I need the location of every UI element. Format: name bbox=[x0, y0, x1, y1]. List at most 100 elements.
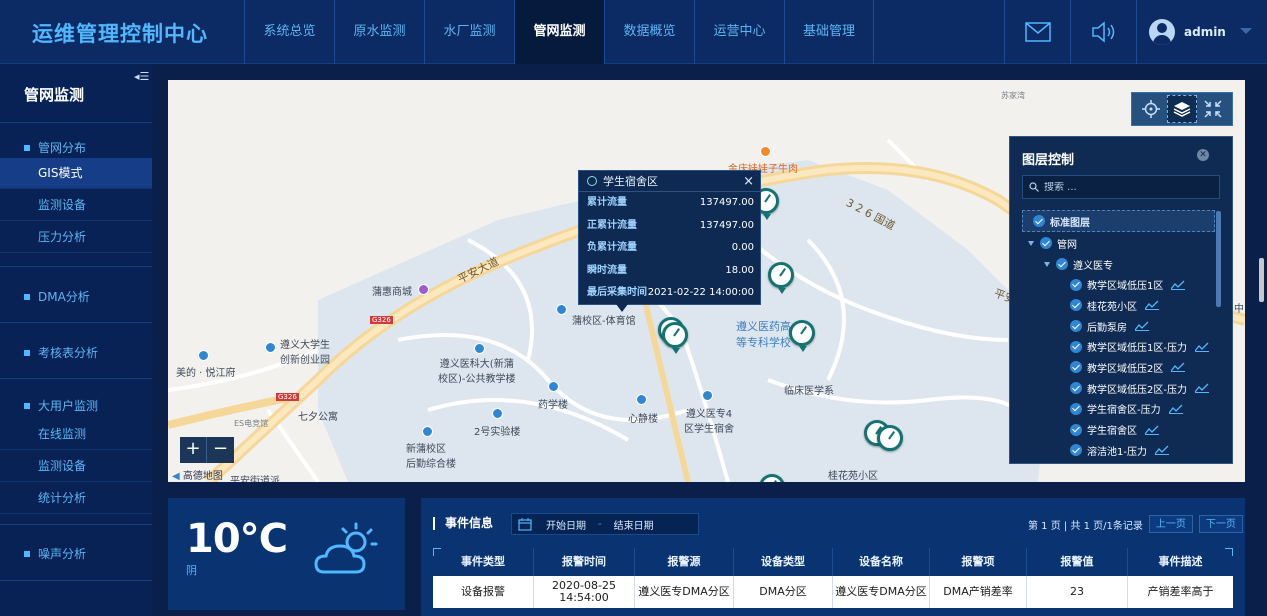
divider bbox=[0, 266, 152, 267]
close-icon[interactable]: × bbox=[743, 171, 754, 192]
checkbox-checked-icon[interactable] bbox=[1070, 382, 1082, 395]
sidebar-item-online-monitor[interactable]: 在线监测 bbox=[0, 419, 152, 450]
top-bar: 运维管理控制中心 系统总览 原水监测 水厂监测 管网监测 数据概览 运营中心 基… bbox=[0, 0, 1267, 64]
caret-down-icon[interactable] bbox=[1044, 261, 1050, 267]
tree-leaf[interactable]: 教学区域低压1区 bbox=[1022, 274, 1215, 295]
end-date-field[interactable]: 结束日期 bbox=[614, 517, 654, 532]
sidebar-group-pipe-distribution[interactable]: 管网分布 bbox=[24, 139, 86, 156]
prev-page-button[interactable]: 上一页 bbox=[1148, 515, 1193, 533]
column-header[interactable]: 报警源 bbox=[635, 548, 734, 576]
checkbox-checked-icon[interactable] bbox=[1056, 258, 1068, 271]
start-date-field[interactable]: 开始日期 bbox=[546, 517, 586, 532]
checkbox-checked-icon[interactable] bbox=[1070, 361, 1082, 374]
checkbox-checked-icon[interactable] bbox=[1070, 320, 1082, 333]
chevron-down-icon[interactable] bbox=[1240, 28, 1252, 34]
nav-system-overview[interactable]: 系统总览 bbox=[244, 0, 334, 64]
nav-pipe-network[interactable]: 管网监测 bbox=[514, 0, 604, 64]
column-header[interactable]: 报警值 bbox=[1027, 548, 1128, 576]
tree-leaf[interactable]: 后勤泵房 bbox=[1022, 316, 1215, 337]
tree-leaf[interactable]: 学生宿舍区-压力 bbox=[1022, 399, 1215, 420]
checkbox-checked-icon[interactable] bbox=[1070, 340, 1082, 353]
tree-leaf-label: 学生宿舍区-压力 bbox=[1087, 405, 1161, 417]
zoom-in-button[interactable]: + bbox=[180, 437, 207, 463]
trend-chart-icon[interactable] bbox=[1171, 280, 1186, 290]
tree-node-label: 遵义医专 bbox=[1073, 260, 1113, 272]
sidebar-item-pressure-analysis[interactable]: 压力分析 bbox=[0, 222, 152, 253]
trend-chart-icon[interactable] bbox=[1154, 445, 1169, 456]
collapse-sidebar-icon[interactable]: ◂☰ bbox=[134, 70, 149, 83]
tree-leaf[interactable]: 教学区域低压1区-压力 bbox=[1022, 336, 1215, 357]
trend-chart-icon[interactable] bbox=[1168, 404, 1183, 414]
nav-raw-water[interactable]: 原水监测 bbox=[334, 0, 424, 64]
flow-meter-marker[interactable] bbox=[877, 425, 903, 451]
sidebar-item-monitor-devices[interactable]: 监测设备 bbox=[0, 190, 152, 221]
tree-leaf[interactable]: 学生宿舍区 bbox=[1022, 419, 1215, 440]
column-header[interactable]: 报警时间 bbox=[534, 548, 635, 576]
checkbox-checked-icon[interactable] bbox=[1070, 423, 1082, 436]
trend-chart-icon[interactable] bbox=[1145, 425, 1159, 435]
tree-leaf-label: 教学区域低压2区-压力 bbox=[1087, 384, 1187, 396]
column-header[interactable]: 事件类型 bbox=[433, 548, 534, 576]
layer-scrollbar[interactable] bbox=[1216, 211, 1221, 307]
nav-data-overview[interactable]: 数据概览 bbox=[604, 0, 694, 64]
column-header[interactable]: 事件描述 bbox=[1128, 548, 1233, 576]
gis-map[interactable]: 苏家湾 金庆娃娃子牛肉 3 2 6 国道 平安大道 平安 中 蒲惠商城 G326… bbox=[168, 80, 1245, 482]
flow-meter-marker[interactable] bbox=[768, 262, 794, 288]
sidebar-group-meter-analysis[interactable]: 考核表分析 bbox=[24, 344, 98, 361]
trend-chart-icon[interactable] bbox=[1145, 300, 1159, 311]
next-page-button[interactable]: 下一页 bbox=[1198, 515, 1243, 533]
checkbox-checked-icon[interactable] bbox=[1070, 402, 1082, 415]
tree-leaf[interactable]: 教学区域低压2区-压力 bbox=[1022, 378, 1215, 399]
flow-meter-marker[interactable] bbox=[789, 320, 815, 346]
sidebar-item-gis-mode[interactable]: GIS模式 bbox=[0, 158, 152, 189]
shop-icon bbox=[418, 284, 429, 295]
popup-title: 学生宿舍区 bbox=[603, 175, 658, 188]
page-scrollbar[interactable] bbox=[1259, 258, 1264, 302]
checkbox-checked-icon[interactable] bbox=[1040, 237, 1052, 250]
sidebar-group-large-user[interactable]: 大用户监测 bbox=[24, 397, 98, 414]
tree-node-zunyi[interactable]: 遵义医专 bbox=[1022, 254, 1215, 275]
search-icon bbox=[1029, 182, 1039, 192]
trend-chart-icon[interactable] bbox=[1171, 362, 1186, 373]
zoom-out-button[interactable]: − bbox=[207, 437, 234, 463]
layer-tree-root[interactable]: 标准图层 bbox=[1022, 210, 1215, 232]
nav-operations[interactable]: 运营中心 bbox=[694, 0, 784, 64]
nav-basic-management[interactable]: 基础管理 bbox=[784, 0, 874, 64]
date-range-picker[interactable]: 开始日期 - 结束日期 bbox=[511, 513, 699, 535]
tree-leaf[interactable]: 溶洁池1-压力 bbox=[1022, 440, 1215, 461]
table-row[interactable]: 设备报警 2020-08-25 14:54:00 遵义医专DMA分区 DMA分区… bbox=[433, 576, 1233, 608]
building-icon bbox=[474, 343, 485, 354]
layers-button[interactable] bbox=[1166, 95, 1197, 123]
collapse-button[interactable] bbox=[1198, 95, 1228, 123]
sidebar-group-dma[interactable]: DMA分析 bbox=[24, 288, 90, 305]
tree-node-pipe[interactable]: 管网 bbox=[1022, 233, 1215, 254]
marker-pin bbox=[763, 214, 771, 220]
layer-search-input[interactable] bbox=[1044, 181, 1204, 193]
caret-down-icon[interactable] bbox=[1028, 240, 1034, 246]
trend-chart-icon[interactable] bbox=[1194, 383, 1209, 394]
nav-water-plant[interactable]: 水厂监测 bbox=[424, 0, 514, 64]
tree-leaf[interactable]: 桂花苑小区 bbox=[1022, 295, 1215, 316]
column-header[interactable]: 设备类型 bbox=[734, 548, 833, 576]
close-icon[interactable]: ✕ bbox=[1197, 149, 1209, 161]
table-cell: 遵义医专DMA分区 bbox=[833, 576, 930, 608]
mail-button[interactable] bbox=[1004, 0, 1070, 64]
column-header[interactable]: 报警项 bbox=[930, 548, 1027, 576]
sidebar-group-noise[interactable]: 噪声分析 bbox=[24, 545, 86, 562]
checkbox-checked-icon[interactable] bbox=[1070, 278, 1082, 291]
sidebar-item-statistics[interactable]: 统计分析 bbox=[0, 483, 152, 514]
locate-button[interactable] bbox=[1136, 95, 1166, 123]
checkbox-checked-icon[interactable] bbox=[1070, 299, 1082, 312]
checkbox-checked-icon[interactable] bbox=[1070, 444, 1082, 457]
flow-meter-marker-selected[interactable] bbox=[662, 322, 688, 348]
trend-chart-icon[interactable] bbox=[1135, 321, 1149, 332]
checkbox-checked-icon[interactable] bbox=[1033, 215, 1045, 227]
sidebar-item-monitor-devices-2[interactable]: 监测设备 bbox=[0, 451, 152, 482]
popup-key: 最后采集时间 bbox=[587, 287, 647, 299]
tree-leaf[interactable]: 教学区域低压2区 bbox=[1022, 357, 1215, 378]
map-label: 药学楼 bbox=[538, 400, 568, 411]
trend-chart-icon[interactable] bbox=[1194, 342, 1209, 352]
map-label: 美的 · 悦江府 bbox=[176, 368, 236, 379]
column-header[interactable]: 设备名称 bbox=[833, 548, 930, 576]
sound-button[interactable] bbox=[1070, 0, 1136, 64]
